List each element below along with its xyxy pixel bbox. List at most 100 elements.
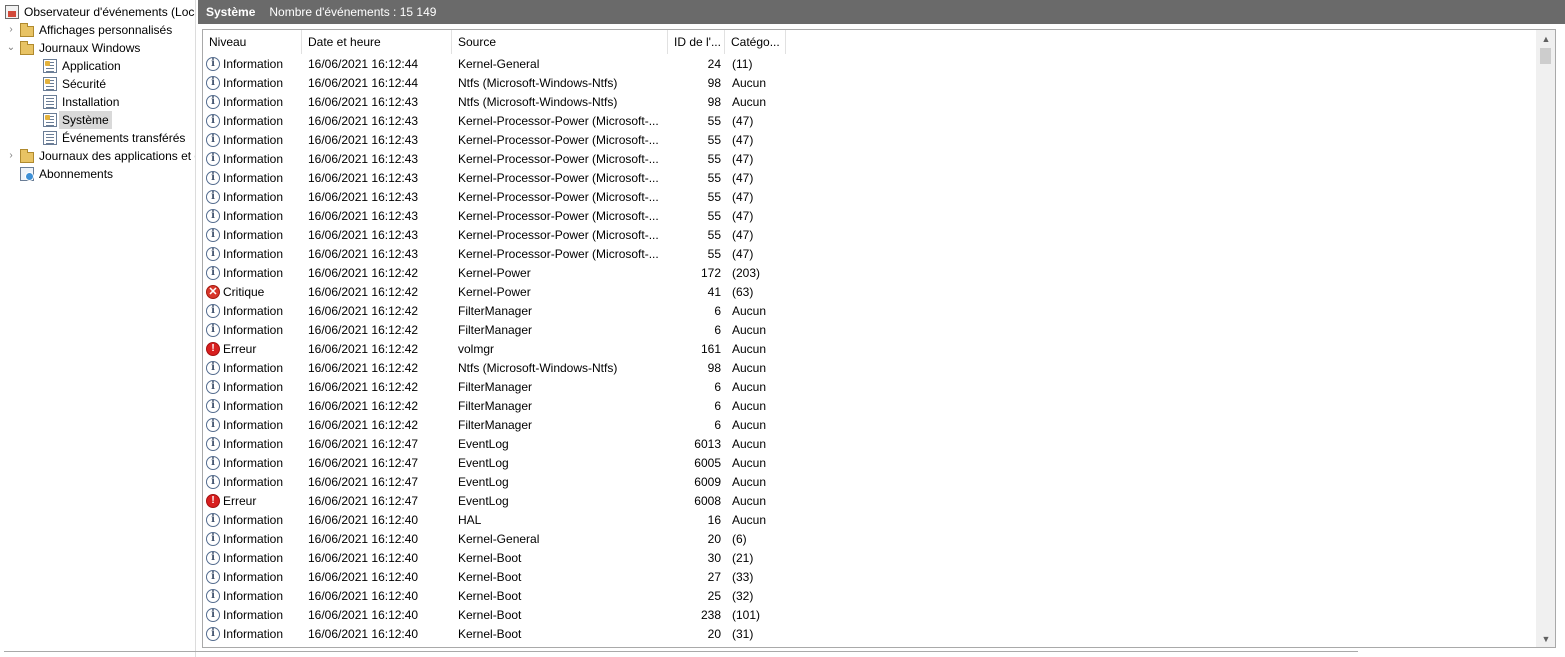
tree-item-event-viewer-root[interactable]: Observateur d'événements (Local): [5, 3, 195, 21]
column-header-source[interactable]: Source: [452, 30, 668, 54]
table-row[interactable]: i Information 16/06/2021 16:12:40 Kernel-Bo…: [203, 548, 1537, 567]
cell-level: i Information: [203, 246, 302, 261]
cell-category: Aucun: [732, 436, 767, 451]
table-row[interactable]: i Information 16/06/2021 16:12:40 Kernel-Bo…: [203, 605, 1537, 624]
log-icon: [43, 77, 57, 91]
table-row[interactable]: ! Erreur 16/06/2021 16:12:42 volmgr 161 Aucun: [203, 339, 1537, 358]
table-row[interactable]: i Information 16/06/2021 16:12:43 Kernel-Pr…: [203, 225, 1537, 244]
table-row[interactable]: i Information 16/06/2021 16:12:43 Kernel-Pr…: [203, 168, 1537, 187]
tree-item-label: Journaux des applications et des service…: [39, 149, 195, 163]
cell-date: 16/06/2021 16:12:40: [308, 607, 419, 622]
information-icon: i: [206, 417, 220, 432]
log-icon: [43, 59, 57, 73]
cell-source: Kernel-General: [458, 56, 540, 71]
cell-source: FilterManager: [458, 417, 533, 432]
folder-icon: [20, 41, 34, 55]
cell-category: (47): [732, 189, 754, 204]
tree-item-custom-views[interactable]: › Affichages personnalisés: [5, 21, 172, 39]
table-row[interactable]: i Information 16/06/2021 16:12:43 Kernel-Pr…: [203, 187, 1537, 206]
table-row[interactable]: i Information 16/06/2021 16:12:40 Kernel-Ge…: [203, 529, 1537, 548]
cell-level: ✕ Critique: [203, 284, 302, 299]
cell-date: 16/06/2021 16:12:47: [308, 474, 419, 489]
table-row[interactable]: i Information 16/06/2021 16:12:43 Kernel-Pr…: [203, 244, 1537, 263]
table-row[interactable]: i Information 16/06/2021 16:12:43 Kernel-Pr…: [203, 206, 1537, 225]
tree-item-application[interactable]: Application: [43, 57, 121, 75]
table-row[interactable]: i Information 16/06/2021 16:12:40 Kernel-Bo…: [203, 567, 1537, 586]
table-row[interactable]: ! Erreur 16/06/2021 16:12:47 EventLog 6008 Au…: [203, 491, 1537, 510]
table-row[interactable]: i Information 16/06/2021 16:12:42 Ntfs (Mic…: [203, 358, 1537, 377]
cell-category: (203): [732, 265, 761, 280]
cell-level: ! Erreur: [203, 341, 302, 356]
level-text: Information: [223, 227, 284, 242]
table-row[interactable]: i Information 16/06/2021 16:12:42 FilterMan…: [203, 301, 1537, 320]
cell-source: Kernel-Boot: [458, 626, 522, 641]
table-row[interactable]: i Information 16/06/2021 16:12:40 HAL 16 Aucu…: [203, 510, 1537, 529]
information-icon: i: [206, 455, 220, 470]
information-icon: i: [206, 208, 220, 223]
cell-source: Kernel-Processor-Power (Microsoft-...: [458, 170, 659, 185]
information-icon: i: [206, 265, 220, 280]
cell-level: i Information: [203, 56, 302, 71]
cell-category: (47): [732, 113, 754, 128]
cell-date: 16/06/2021 16:12:40: [308, 569, 419, 584]
table-row[interactable]: i Information 16/06/2021 16:12:40 Kernel-Bo…: [203, 586, 1537, 605]
scroll-down-icon[interactable]: ▼: [1537, 630, 1555, 647]
cell-source: FilterManager: [458, 379, 533, 394]
column-header-date[interactable]: Date et heure: [302, 30, 452, 54]
column-header-level[interactable]: Niveau: [203, 30, 302, 54]
table-row[interactable]: i Information 16/06/2021 16:12:43 Kernel-Pr…: [203, 130, 1537, 149]
tree-item-subscriptions[interactable]: Abonnements: [5, 165, 113, 183]
table-row[interactable]: i Information 16/06/2021 16:12:43 Ntfs (Mic…: [203, 92, 1537, 111]
table-row[interactable]: i Information 16/06/2021 16:12:42 FilterMan…: [203, 396, 1537, 415]
level-text: Information: [223, 303, 284, 318]
chevron-right-icon[interactable]: ›: [5, 21, 17, 39]
table-row[interactable]: i Information 16/06/2021 16:12:47 EventLog 6…: [203, 472, 1537, 491]
tree-item-security[interactable]: Sécurité: [43, 75, 106, 93]
cell-source: Kernel-Processor-Power (Microsoft-...: [458, 227, 659, 242]
vertical-scrollbar[interactable]: ▲ ▼: [1536, 30, 1555, 647]
tree-item-windows-logs[interactable]: ⌄ Journaux Windows: [5, 39, 140, 57]
scroll-up-icon[interactable]: ▲: [1537, 30, 1555, 47]
table-row[interactable]: i Information 16/06/2021 16:12:44 Ntfs (Mic…: [203, 73, 1537, 92]
table-row[interactable]: i Information 16/06/2021 16:12:43 Kernel-Pr…: [203, 149, 1537, 168]
table-row[interactable]: i Information 16/06/2021 16:12:44 Kernel-Ge…: [203, 54, 1537, 73]
chevron-right-icon[interactable]: ›: [5, 147, 17, 165]
tree-splitter[interactable]: [195, 0, 196, 657]
error-icon: !: [206, 493, 220, 508]
table-row[interactable]: i Information 16/06/2021 16:12:40 Kernel-Bo…: [203, 624, 1537, 643]
tree-item-system[interactable]: Système: [43, 111, 112, 129]
cell-event-id: 6009: [694, 474, 721, 489]
table-row[interactable]: i Information 16/06/2021 16:12:47 EventLog 6…: [203, 434, 1537, 453]
level-text: Information: [223, 246, 284, 261]
table-row[interactable]: i Information 16/06/2021 16:12:42 Kernel-Po…: [203, 263, 1537, 282]
level-text: Information: [223, 550, 284, 565]
table-row[interactable]: ✕ Critique 16/06/2021 16:12:42 Kernel-Power…: [203, 282, 1537, 301]
table-row[interactable]: i Information 16/06/2021 16:12:42 FilterMan…: [203, 377, 1537, 396]
cell-source: Kernel-Boot: [458, 550, 522, 565]
column-header-category[interactable]: Catégo...: [725, 30, 786, 54]
information-icon: i: [206, 360, 220, 375]
information-icon: i: [206, 626, 220, 641]
table-body: i Information 16/06/2021 16:12:44 Kernel-Ge…: [203, 54, 1537, 643]
table-row[interactable]: i Information 16/06/2021 16:12:47 EventLog 6…: [203, 453, 1537, 472]
cell-source: FilterManager: [458, 322, 533, 337]
cell-level: i Information: [203, 151, 302, 166]
tree-item-forwarded-events[interactable]: Événements transférés: [43, 129, 185, 147]
information-icon: i: [206, 436, 220, 451]
table-row[interactable]: i Information 16/06/2021 16:12:42 FilterMan…: [203, 415, 1537, 434]
cell-category: (47): [732, 208, 754, 223]
tree-item-app-service-logs[interactable]: › Journaux des applications et des servi…: [5, 147, 195, 165]
level-text: Information: [223, 322, 284, 337]
cell-level: i Information: [203, 75, 302, 90]
information-icon: i: [206, 56, 220, 71]
cell-source: Kernel-Processor-Power (Microsoft-...: [458, 151, 659, 166]
cell-date: 16/06/2021 16:12:47: [308, 493, 419, 508]
cell-date: 16/06/2021 16:12:47: [308, 455, 419, 470]
table-row[interactable]: i Information 16/06/2021 16:12:43 Kernel-Pr…: [203, 111, 1537, 130]
scrollbar-thumb[interactable]: [1540, 48, 1551, 64]
tree-item-setup[interactable]: Installation: [43, 93, 119, 111]
chevron-down-icon[interactable]: ⌄: [5, 39, 17, 57]
table-row[interactable]: i Information 16/06/2021 16:12:42 FilterMan…: [203, 320, 1537, 339]
column-header-event-id[interactable]: ID de l'...: [668, 30, 725, 54]
event-viewer-icon: [5, 5, 19, 19]
